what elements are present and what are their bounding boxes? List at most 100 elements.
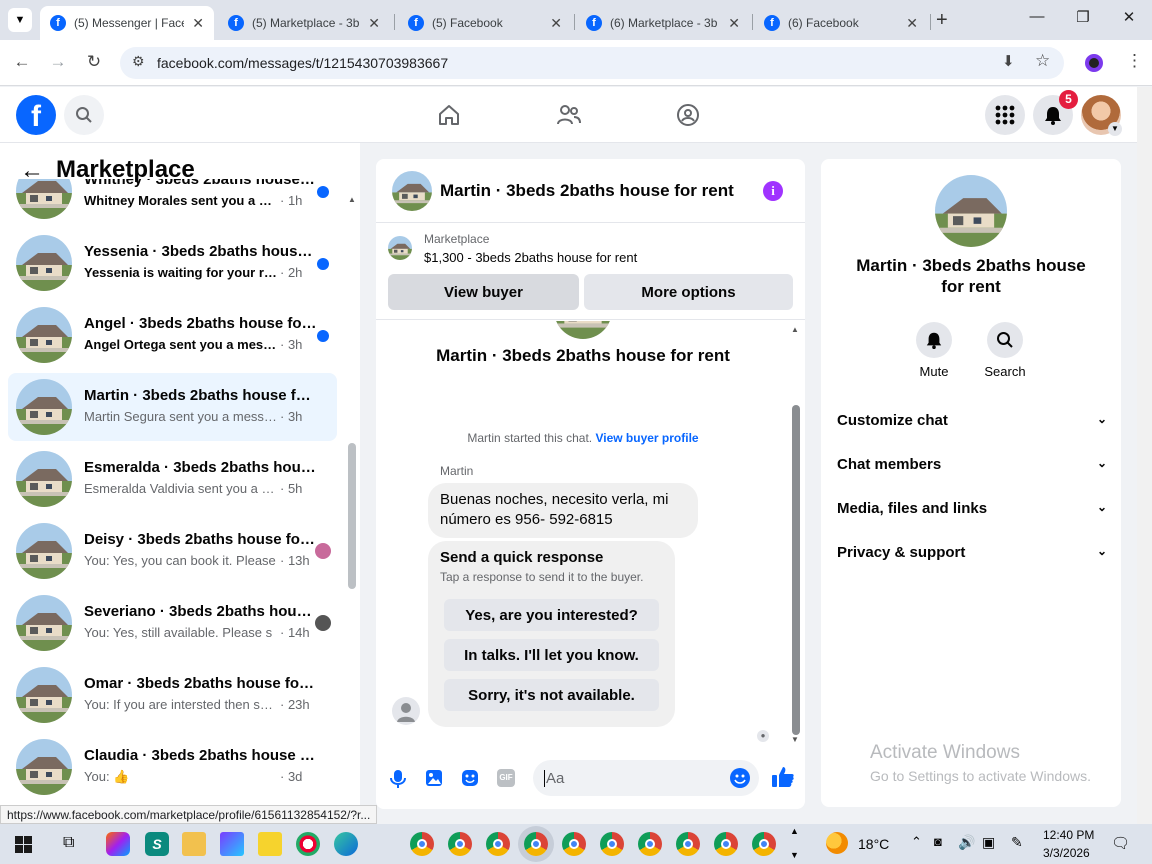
address-bar[interactable]: ⚙ facebook.com/messages/t/12154307039836… xyxy=(120,47,1064,79)
conversation-item[interactable]: Severiano · 3beds 2baths house for rent Y… xyxy=(8,589,337,657)
file-explorer-icon[interactable] xyxy=(182,832,206,856)
chat-title[interactable]: Martin · 3beds 2baths house for rent xyxy=(440,181,734,201)
volume-icon[interactable]: 🔊 xyxy=(958,834,975,851)
groups-nav-icon[interactable] xyxy=(676,103,700,127)
app-s-icon[interactable]: S xyxy=(145,832,169,856)
forward-icon[interactable]: → xyxy=(47,52,69,72)
chrome-app-icon[interactable] xyxy=(638,832,662,856)
conversation-item[interactable]: Angel · 3beds 2baths house for rent Angel… xyxy=(8,301,337,369)
tab-search-button[interactable]: ▼ xyxy=(8,8,32,32)
friends-nav-icon[interactable] xyxy=(556,103,582,127)
customize-chat-section[interactable]: Customize chat ⌄ xyxy=(837,412,1107,429)
site-info-icon[interactable]: ⚙ xyxy=(132,53,145,70)
microphone-icon[interactable] xyxy=(390,769,406,789)
bookmark-star-icon[interactable]: ☆ xyxy=(1035,51,1050,71)
restore-icon[interactable]: ❐ xyxy=(1068,8,1098,26)
chrome-app-icon[interactable] xyxy=(562,832,586,856)
sticker-icon[interactable] xyxy=(461,769,479,787)
home-nav-icon[interactable] xyxy=(437,103,461,127)
taskbar-scroll-down-icon[interactable]: ▼ xyxy=(790,850,799,860)
taskbar-scroll-up-icon[interactable]: ▲ xyxy=(790,826,799,836)
emoji-icon[interactable] xyxy=(730,768,750,788)
incoming-message[interactable]: Buenas noches, necesito verla, mi número… xyxy=(428,483,698,538)
media-files-links-section[interactable]: Media, files and links ⌄ xyxy=(837,500,1107,517)
conversation-item[interactable]: Claudia · 3beds 2baths house for rent You… xyxy=(8,733,337,801)
scrollbar-thumb[interactable] xyxy=(348,443,356,589)
chat-avatar[interactable] xyxy=(392,171,432,211)
search-button[interactable] xyxy=(64,95,104,135)
pen-icon[interactable]: ✎ xyxy=(1011,834,1023,851)
thread-scrollbar[interactable]: ▲ ▼ xyxy=(790,325,802,745)
sticky-notes-icon[interactable] xyxy=(258,832,282,856)
quick-response-in-talks[interactable]: In talks. I'll let you know. xyxy=(444,639,659,671)
chrome-app-icon[interactable] xyxy=(676,832,700,856)
weather-temp[interactable]: 18°C xyxy=(858,836,889,852)
close-tab-icon[interactable]: ✕ xyxy=(550,15,562,32)
profile-icon[interactable] xyxy=(1085,54,1103,72)
close-tab-icon[interactable]: ✕ xyxy=(906,15,918,32)
task-view-icon[interactable]: ⧉ xyxy=(63,834,74,852)
view-buyer-button[interactable]: View buyer xyxy=(388,274,579,310)
tab-facebook-2[interactable]: f (6) Facebook ✕ xyxy=(754,6,928,40)
chrome-app-icon[interactable] xyxy=(524,832,548,856)
tab-messenger[interactable]: f (5) Messenger | Facebook ✕ xyxy=(40,6,214,40)
chrome-app-icon[interactable] xyxy=(714,832,738,856)
new-tab-icon[interactable]: + xyxy=(936,9,948,32)
chrome-app-icon[interactable] xyxy=(600,832,624,856)
conversation-item[interactable]: Yessenia · 3beds 2baths house for rent Ye… xyxy=(8,229,337,297)
conversation-item[interactable]: Martin · 3beds 2baths house for rent Mart… xyxy=(8,373,337,441)
tab-marketplace-2[interactable]: f (6) Marketplace - 3b ✕ xyxy=(576,6,750,40)
clock-time[interactable]: 12:40 PM xyxy=(1043,828,1094,842)
gif-icon[interactable]: GIF xyxy=(497,769,515,787)
quick-response-not-available[interactable]: Sorry, it's not available. xyxy=(444,679,659,711)
info-icon[interactable]: i xyxy=(763,181,783,201)
paint-app-icon[interactable] xyxy=(296,832,320,856)
thumbs-up-icon[interactable] xyxy=(771,766,795,788)
notification-center-icon[interactable]: 🗨 xyxy=(1111,834,1130,852)
tray-camera-icon[interactable]: ◙ xyxy=(934,834,942,849)
menu-button[interactable] xyxy=(985,95,1025,135)
windows-start-icon[interactable] xyxy=(15,836,32,853)
back-icon[interactable]: ← xyxy=(11,52,33,72)
network-icon[interactable]: ▣ xyxy=(982,834,995,851)
vpn-app-icon[interactable] xyxy=(220,832,244,856)
close-tab-icon[interactable]: ✕ xyxy=(192,15,204,32)
more-options-button[interactable]: More options xyxy=(584,274,793,310)
tab-marketplace-1[interactable]: f (5) Marketplace - 3b ✕ xyxy=(218,6,390,40)
conversation-item[interactable]: Esmeralda · 3beds 2baths house for rent E… xyxy=(8,445,337,513)
listing-thumbnail[interactable] xyxy=(388,236,412,260)
close-tab-icon[interactable]: ✕ xyxy=(728,15,740,32)
quick-response-yes[interactable]: Yes, are you interested? xyxy=(444,599,659,631)
tab-facebook-1[interactable]: f (5) Facebook ✕ xyxy=(398,6,572,40)
account-chevron-icon[interactable]: ▼ xyxy=(1108,122,1122,136)
privacy-support-section[interactable]: Privacy & support ⌄ xyxy=(837,544,1107,561)
menu-kebab-icon[interactable]: ⋮ xyxy=(1126,51,1143,71)
tray-chevron-icon[interactable]: ⌃ xyxy=(911,834,922,850)
photo-icon[interactable] xyxy=(425,769,443,787)
conversation-item[interactable]: Omar · 3beds 2baths house for rent You: I… xyxy=(8,661,337,729)
conversation-scrollbar[interactable]: ▲ xyxy=(346,193,358,803)
search-chat-button[interactable] xyxy=(987,322,1023,358)
page-scrollbar[interactable] xyxy=(1137,87,1152,824)
edge-browser-icon[interactable] xyxy=(334,832,358,856)
install-app-icon[interactable]: ⬇ xyxy=(1002,52,1015,70)
copilot-icon[interactable] xyxy=(106,832,130,856)
conversation-item[interactable]: Whitney · 3beds 2baths house for rent Whi… xyxy=(8,179,337,225)
thread-scrollbar-thumb[interactable] xyxy=(792,405,800,735)
close-tab-icon[interactable]: ✕ xyxy=(368,15,380,32)
conversation-item[interactable]: Deisy · 3beds 2baths house for rent You: … xyxy=(8,517,337,585)
view-buyer-profile-link[interactable]: View buyer profile xyxy=(595,431,698,445)
weather-icon[interactable] xyxy=(826,832,848,854)
chrome-app-icon[interactable] xyxy=(486,832,510,856)
minimize-icon[interactable]: — xyxy=(1022,8,1052,25)
chrome-app-icon[interactable] xyxy=(448,832,472,856)
clock-date[interactable]: 3/3/2026 xyxy=(1043,846,1090,860)
listing-description[interactable]: $1,300 - 3beds 2baths house for rent xyxy=(424,250,637,265)
chat-members-section[interactable]: Chat members ⌄ xyxy=(837,456,1107,473)
message-input[interactable]: Aa xyxy=(533,760,759,796)
mute-button[interactable] xyxy=(916,322,952,358)
chrome-app-icon[interactable] xyxy=(752,832,776,856)
chrome-app-icon[interactable] xyxy=(410,832,434,856)
reload-icon[interactable]: ↻ xyxy=(83,52,105,72)
close-window-icon[interactable]: ✕ xyxy=(1114,8,1144,26)
